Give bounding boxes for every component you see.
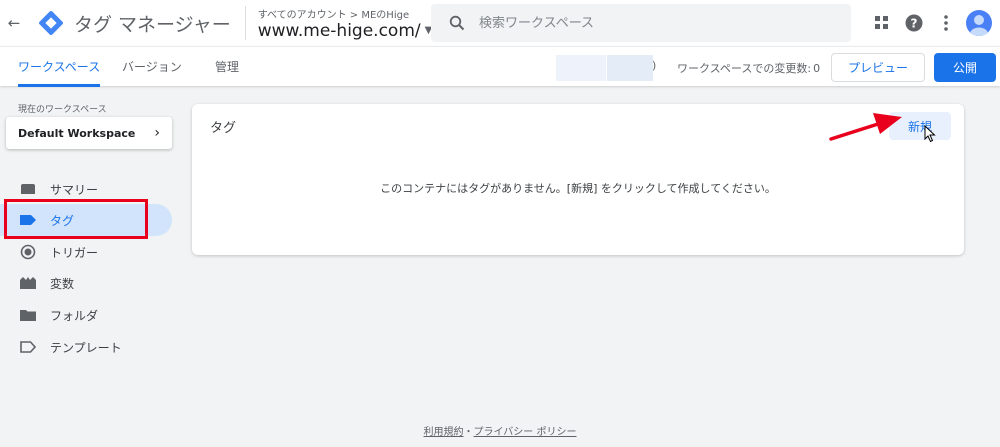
sidebar-item-label: サマリー (50, 182, 99, 197)
search-input[interactable] (479, 15, 819, 31)
sidebar-item-label: トリガー (50, 245, 99, 260)
sidebar-item-variables[interactable]: 変数 (0, 267, 172, 299)
status-paren: ) (652, 59, 657, 72)
terms-link[interactable]: 利用規約 (424, 427, 464, 438)
current-workspace-label: 現在のワークスペース (18, 105, 107, 115)
empty-state-message: このコンテナにはタグがありません。[新規] をクリックして作成してください。 (380, 182, 776, 195)
sidebar-item-templates[interactable]: テンプレート (0, 331, 172, 363)
annotation-arrow-icon (829, 113, 902, 141)
sidebar-item-label: テンプレート (50, 340, 122, 355)
workspace-name: Default Workspace (18, 126, 136, 140)
more-vert-icon[interactable] (930, 7, 962, 39)
sidebar-item-triggers[interactable]: トリガー (0, 236, 172, 268)
sidebar-item-tags[interactable]: タグ (0, 204, 172, 236)
container-selector[interactable]: すべてのアカウント > MEのHige www.me-hige.com/ ▼ (258, 6, 433, 41)
tab-versions[interactable]: バージョン (122, 47, 182, 87)
sidebar-item-summary[interactable]: サマリー (0, 173, 172, 205)
sub-navigation: ワークスペース バージョン 管理 ) ワークスペースでの変更数: 0 プレビュー … (0, 46, 1000, 87)
privacy-policy-link[interactable]: プライバシー ポリシー (474, 427, 577, 438)
tab-admin[interactable]: 管理 (215, 47, 239, 87)
sidebar-item-label: 変数 (50, 276, 75, 291)
changes-count: 0 (813, 62, 821, 75)
workspace-changes: ワークスペースでの変更数: 0 (675, 60, 820, 76)
search-icon (447, 15, 467, 31)
svg-text:?: ? (911, 17, 918, 31)
publish-button[interactable]: 公開 (934, 53, 996, 82)
folder-icon (20, 307, 36, 323)
container-name: www.me-hige.com/ (257, 20, 421, 41)
blurred-region (607, 55, 653, 81)
variables-icon (20, 275, 36, 291)
tag-icon (20, 212, 36, 228)
workspace-selector[interactable]: Default Workspace › (6, 117, 172, 149)
chevron-right-icon: › (154, 125, 160, 141)
mouse-cursor-icon (924, 125, 936, 143)
header-divider (244, 6, 246, 40)
footer: 利用規約・プライバシー ポリシー (0, 423, 1000, 438)
account-avatar[interactable] (966, 10, 992, 36)
help-icon[interactable]: ? (898, 7, 930, 39)
tag-manager-logo (38, 10, 64, 36)
sidebar-item-folders[interactable]: フォルダ (0, 299, 172, 331)
container-dropdown[interactable]: www.me-hige.com/ ▼ (258, 21, 433, 41)
sidebar-item-label: タグ (50, 213, 75, 228)
summary-icon (20, 181, 36, 197)
footer-separator: ・ (463, 427, 474, 438)
apps-icon[interactable] (866, 7, 898, 39)
trigger-icon (20, 244, 36, 260)
app-title: タグ マネージャー (74, 13, 231, 36)
top-right-icons: ? (866, 0, 992, 46)
blurred-region (556, 55, 606, 81)
top-app-bar: ← タグ マネージャー すべてのアカウント > MEのHige www.me-h… (0, 0, 1000, 46)
card-title: タグ (210, 121, 237, 136)
search-bar[interactable] (431, 4, 851, 42)
changes-label: ワークスペースでの変更数: (677, 62, 812, 75)
sidebar-item-label: フォルダ (50, 308, 99, 323)
tab-workspace[interactable]: ワークスペース (18, 47, 101, 87)
preview-button[interactable]: プレビュー (831, 53, 925, 82)
account-breadcrumb: すべてのアカウント > MEのHige (257, 9, 410, 21)
back-arrow-icon[interactable]: ← (2, 14, 26, 32)
template-icon (20, 339, 36, 355)
